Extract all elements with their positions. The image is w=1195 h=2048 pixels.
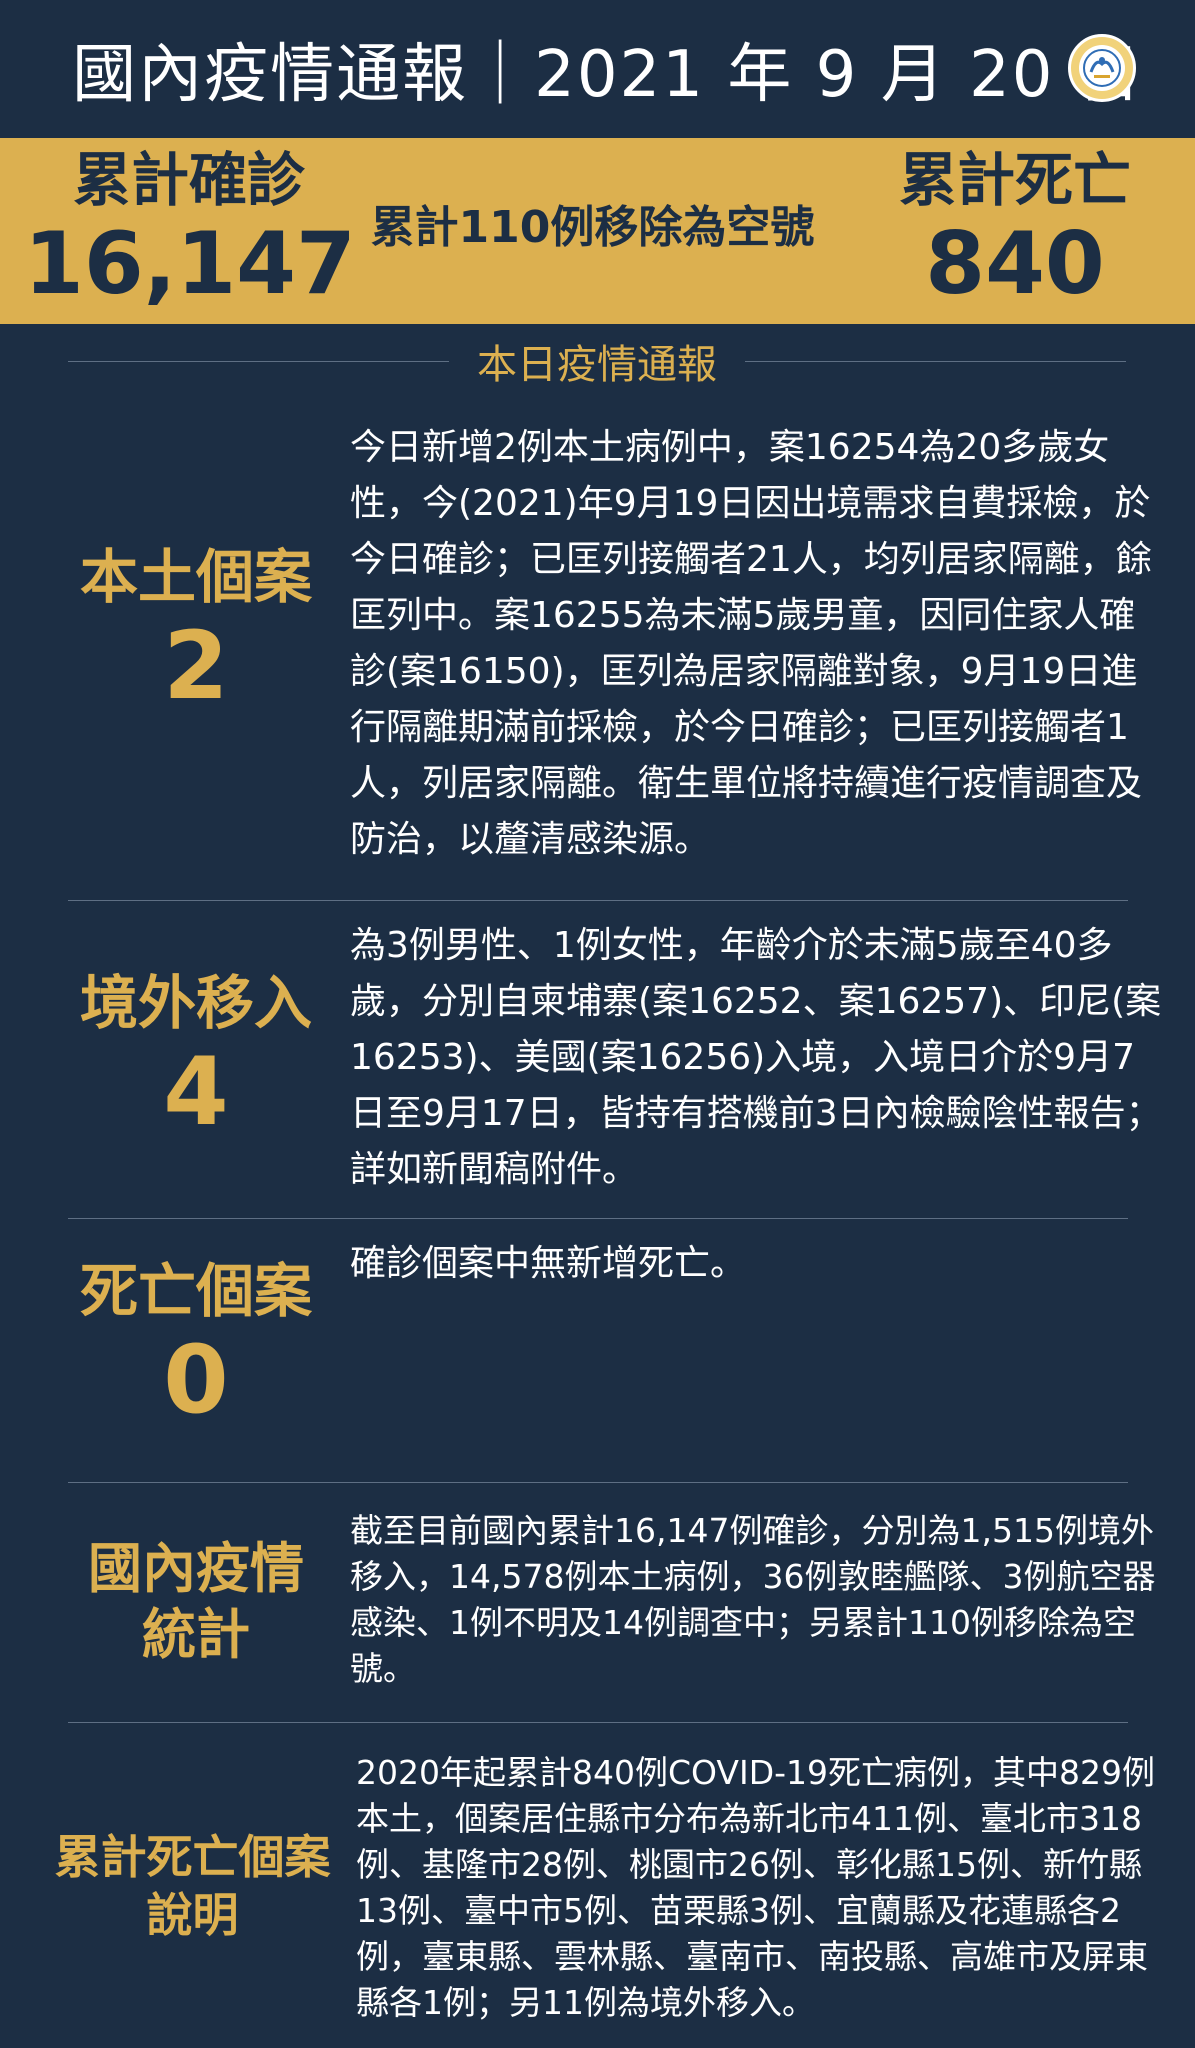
removed-cases-note: 累計110例移除為空號: [370, 202, 815, 253]
domestic-stats-heading: 國內疫情 統計: [36, 1536, 356, 1668]
divider: [745, 360, 1126, 362]
domestic-stats-label-line2: 統計: [142, 1603, 250, 1666]
death-cases-value: 0: [163, 1326, 229, 1435]
imported-cases-value: 4: [163, 1038, 229, 1147]
section-title: 本日疫情通報: [477, 342, 717, 388]
cumulative-deaths: 累計死亡 840: [860, 144, 1170, 312]
domestic-stats-description: 截至目前國內累計16,147例確診，分別為1,515例境外移入，14,578例本…: [350, 1511, 1156, 1688]
cumulative-cases: 累計確診 16,147: [24, 144, 356, 314]
death-cases-label: 死亡個案: [79, 1257, 312, 1325]
local-cases-value: 2: [163, 612, 229, 721]
death-cases-stat: 死亡個案 0: [36, 1256, 356, 1436]
section-title-row: 本日疫情通報: [68, 336, 1126, 388]
death-cases-description: 確診個案中無新增死亡。: [350, 1243, 747, 1284]
domestic-stats-label-line1: 國內疫情: [88, 1537, 304, 1600]
divider: [68, 1218, 1128, 1219]
divider: [68, 900, 1128, 901]
header: 國內疫情通報｜2021 年 9 月 20 日: [0, 0, 1195, 138]
summary-banner: 累計確診 16,147 累計110例移除為空號 累計死亡 840: [0, 138, 1195, 324]
divider: [68, 1482, 1128, 1483]
local-cases-stat: 本土個案 2: [36, 542, 356, 722]
cumulative-deaths-value: 840: [925, 214, 1105, 314]
cdc-logo-icon: [1068, 34, 1136, 102]
cumulative-cases-label: 累計確診: [72, 146, 305, 214]
page-title: 國內疫情通報｜2021 年 9 月 20 日: [72, 38, 1143, 112]
cumulative-deaths-explanation-label-line1: 累計死亡個案: [54, 1830, 331, 1884]
cumulative-deaths-label: 累計死亡: [898, 146, 1131, 214]
cumulative-deaths-explanation-heading: 累計死亡個案 說明: [20, 1828, 365, 1944]
local-cases-description: 今日新增2例本土病例中，案16254為20多歲女性，今(2021)年9月19日因…: [350, 427, 1152, 860]
cumulative-deaths-explanation-label-line2: 說明: [146, 1888, 239, 1942]
local-cases-label: 本土個案: [79, 543, 312, 611]
divider: [68, 360, 449, 362]
cumulative-cases-value: 16,147: [24, 214, 356, 314]
imported-cases-stat: 境外移入 4: [36, 968, 356, 1148]
imported-cases-description: 為3例男性、1例女性，年齡介於未滿5歲至40多歲，分別自柬埔寨(案16252、案…: [350, 925, 1162, 1190]
divider: [68, 1722, 1128, 1723]
imported-cases-label: 境外移入: [79, 969, 312, 1037]
cumulative-deaths-explanation-description: 2020年起累計840例COVID-19死亡病例，其中829例本土，個案居住縣市…: [356, 1753, 1156, 2022]
